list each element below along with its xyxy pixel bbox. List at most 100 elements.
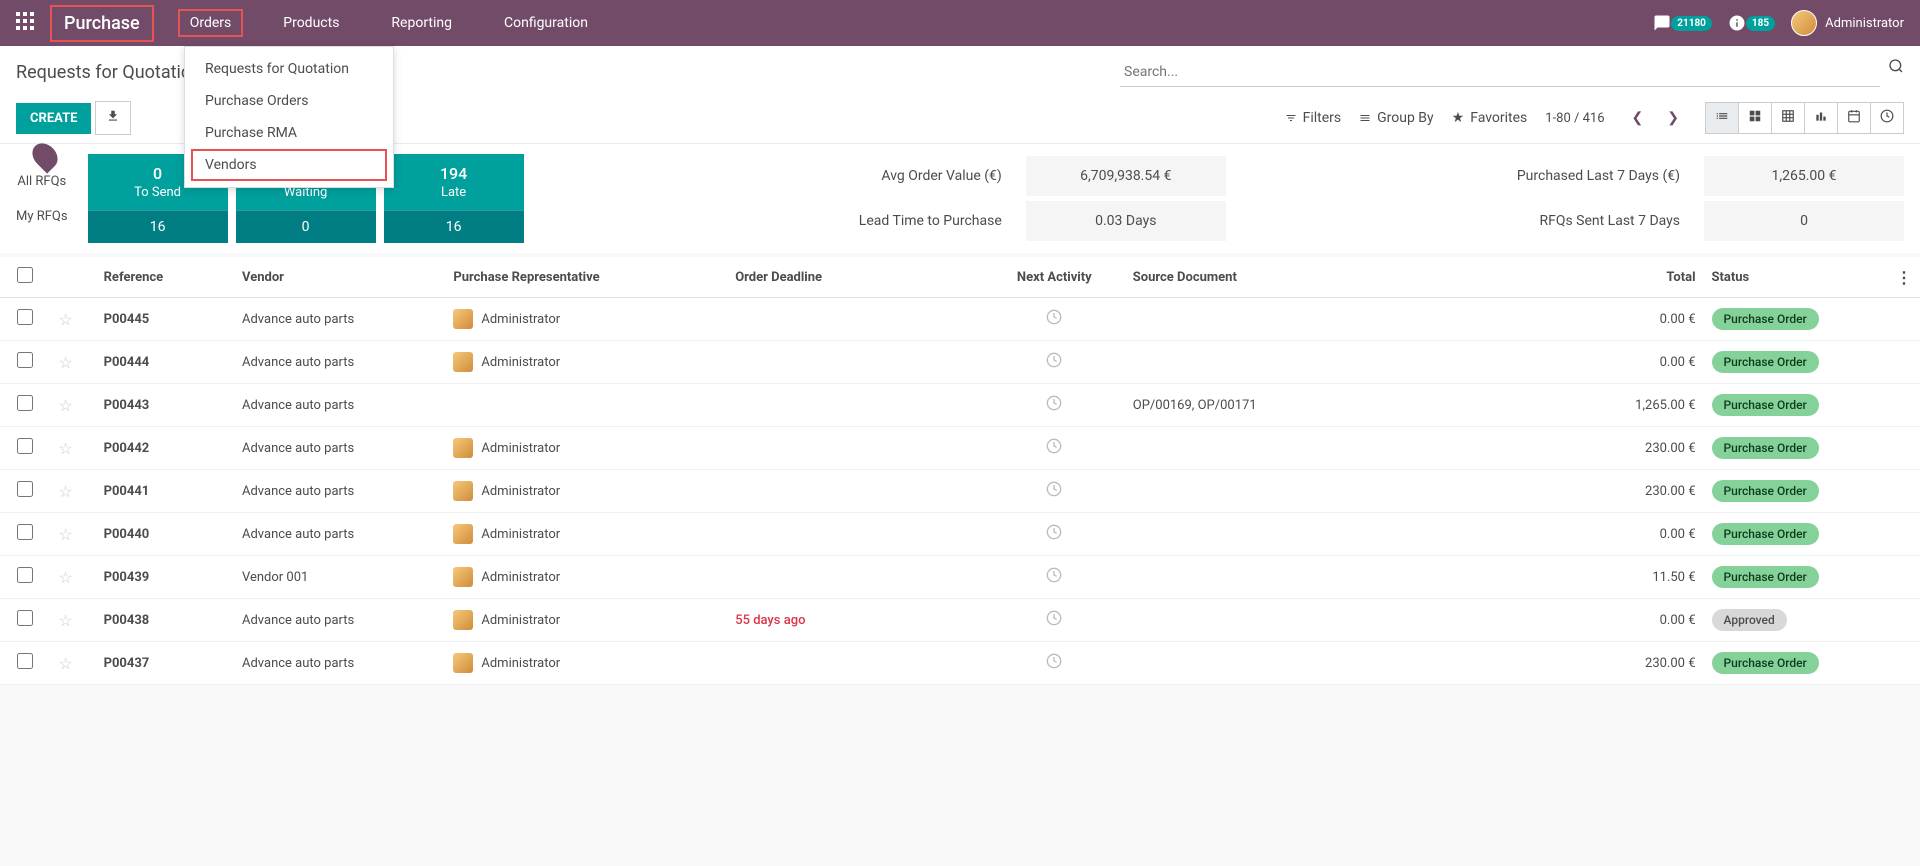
dropdown-item-purchase-orders[interactable]: Purchase Orders bbox=[185, 85, 393, 117]
clock-icon[interactable] bbox=[1046, 654, 1062, 673]
header-reference[interactable]: Reference bbox=[96, 257, 234, 298]
filters-button[interactable]: Filters bbox=[1285, 110, 1342, 126]
app-brand[interactable]: Purchase bbox=[50, 5, 154, 42]
column-options-icon[interactable]: ⋮ bbox=[1896, 268, 1912, 287]
view-calendar[interactable] bbox=[1837, 102, 1871, 134]
rep-avatar bbox=[453, 481, 473, 501]
rep-name: Administrator bbox=[481, 484, 560, 499]
clock-icon[interactable] bbox=[1046, 482, 1062, 501]
view-activity[interactable] bbox=[1870, 102, 1904, 134]
create-button[interactable]: CREATE bbox=[16, 103, 91, 134]
star-icon[interactable]: ☆ bbox=[58, 482, 72, 501]
clock-icon[interactable] bbox=[1046, 439, 1062, 458]
star-icon[interactable]: ☆ bbox=[58, 353, 72, 372]
reference-link[interactable]: P00443 bbox=[104, 398, 150, 413]
star-icon[interactable]: ☆ bbox=[58, 310, 72, 329]
row-checkbox[interactable] bbox=[17, 395, 33, 411]
row-checkbox[interactable] bbox=[17, 653, 33, 669]
header-deadline[interactable]: Order Deadline bbox=[727, 257, 984, 298]
import-button[interactable] bbox=[95, 101, 131, 135]
dropdown-item-purchase-rma[interactable]: Purchase RMA bbox=[185, 117, 393, 149]
avatar bbox=[1791, 10, 1817, 36]
row-checkbox[interactable] bbox=[17, 524, 33, 540]
table-row[interactable]: ☆ P00442 Advance auto parts Administrato… bbox=[0, 427, 1920, 470]
reference-link[interactable]: P00442 bbox=[104, 441, 150, 456]
reference-link[interactable]: P00437 bbox=[104, 656, 150, 671]
user-menu[interactable]: Administrator bbox=[1791, 10, 1904, 36]
clock-icon[interactable] bbox=[1046, 568, 1062, 587]
reference-link[interactable]: P00438 bbox=[104, 613, 150, 628]
header-activity[interactable]: Next Activity bbox=[984, 257, 1125, 298]
apps-icon[interactable] bbox=[16, 12, 34, 35]
filter-my-rfqs[interactable]: My RFQs bbox=[16, 209, 68, 224]
view-graph[interactable] bbox=[1804, 102, 1838, 134]
view-pivot[interactable] bbox=[1771, 102, 1805, 134]
header-total[interactable]: Total bbox=[1598, 257, 1704, 298]
rep-avatar bbox=[453, 610, 473, 630]
table-row[interactable]: ☆ P00439 Vendor 001 Administrator 11.50 … bbox=[0, 556, 1920, 599]
messages-button[interactable]: 21180 bbox=[1653, 14, 1712, 32]
header-source[interactable]: Source Document bbox=[1125, 257, 1598, 298]
star-icon[interactable]: ☆ bbox=[58, 611, 72, 630]
table-row[interactable]: ☆ P00445 Advance auto parts Administrato… bbox=[0, 298, 1920, 341]
rep-avatar bbox=[453, 567, 473, 587]
clock-icon[interactable] bbox=[1046, 310, 1062, 329]
total-cell: 230.00 € bbox=[1598, 642, 1704, 685]
pager-prev[interactable]: ❮ bbox=[1623, 105, 1653, 131]
view-kanban[interactable] bbox=[1738, 102, 1772, 134]
rep-avatar bbox=[453, 309, 473, 329]
star-icon[interactable]: ☆ bbox=[58, 396, 72, 415]
pager-next[interactable]: ❯ bbox=[1658, 105, 1688, 131]
table-row[interactable]: ☆ P00443 Advance auto parts OP/00169, OP… bbox=[0, 384, 1920, 427]
filter-all-rfqs[interactable]: All RFQs bbox=[16, 174, 68, 189]
clock-icon[interactable] bbox=[1046, 525, 1062, 544]
star-icon[interactable]: ☆ bbox=[58, 568, 72, 587]
clock-icon[interactable] bbox=[1046, 611, 1062, 630]
table-row[interactable]: ☆ P00440 Advance auto parts Administrato… bbox=[0, 513, 1920, 556]
clock-icon[interactable] bbox=[1046, 396, 1062, 415]
search-input[interactable] bbox=[1120, 58, 1880, 87]
favorites-button[interactable]: ★ Favorites bbox=[1452, 110, 1528, 126]
groupby-label: Group By bbox=[1377, 110, 1434, 126]
breadcrumb: Requests for Quotation bbox=[16, 62, 201, 83]
rep-avatar bbox=[453, 352, 473, 372]
reference-link[interactable]: P00440 bbox=[104, 527, 150, 542]
row-checkbox[interactable] bbox=[17, 309, 33, 325]
clock-icon[interactable] bbox=[1046, 353, 1062, 372]
row-checkbox[interactable] bbox=[17, 481, 33, 497]
star-icon[interactable]: ☆ bbox=[58, 525, 72, 544]
menu-item-configuration[interactable]: Configuration bbox=[492, 9, 600, 37]
status-badge: Purchase Order bbox=[1712, 394, 1819, 416]
row-checkbox[interactable] bbox=[17, 610, 33, 626]
select-all-checkbox[interactable] bbox=[17, 267, 33, 283]
dropdown-item-vendors[interactable]: Vendors bbox=[191, 149, 387, 181]
row-checkbox[interactable] bbox=[17, 438, 33, 454]
view-list[interactable] bbox=[1705, 102, 1739, 134]
rfq-table: Reference Vendor Purchase Representative… bbox=[0, 257, 1920, 685]
table-row[interactable]: ☆ P00444 Advance auto parts Administrato… bbox=[0, 341, 1920, 384]
search-icon[interactable] bbox=[1888, 58, 1904, 87]
header-vendor[interactable]: Vendor bbox=[234, 257, 445, 298]
drop-icon bbox=[27, 138, 62, 173]
reference-link[interactable]: P00439 bbox=[104, 570, 150, 585]
activities-button[interactable]: 185 bbox=[1728, 14, 1775, 32]
reference-link[interactable]: P00441 bbox=[104, 484, 150, 499]
menu-item-products[interactable]: Products bbox=[271, 9, 351, 37]
menu-item-orders[interactable]: Orders bbox=[178, 9, 244, 37]
menu-item-reporting[interactable]: Reporting bbox=[379, 9, 464, 37]
star-icon[interactable]: ☆ bbox=[58, 654, 72, 673]
header-rep[interactable]: Purchase Representative bbox=[445, 257, 727, 298]
reference-link[interactable]: P00444 bbox=[104, 355, 150, 370]
dropdown-item-requests-for-quotation[interactable]: Requests for Quotation bbox=[185, 53, 393, 85]
stat-late[interactable]: 194Late16 bbox=[384, 154, 524, 243]
row-checkbox[interactable] bbox=[17, 567, 33, 583]
row-checkbox[interactable] bbox=[17, 352, 33, 368]
table-row[interactable]: ☆ P00441 Advance auto parts Administrato… bbox=[0, 470, 1920, 513]
table-row[interactable]: ☆ P00438 Advance auto parts Administrato… bbox=[0, 599, 1920, 642]
table-row[interactable]: ☆ P00437 Advance auto parts Administrato… bbox=[0, 642, 1920, 685]
star-icon[interactable]: ☆ bbox=[58, 439, 72, 458]
reference-link[interactable]: P00445 bbox=[104, 312, 150, 327]
status-badge: Purchase Order bbox=[1712, 308, 1819, 330]
header-status[interactable]: Status bbox=[1704, 257, 1880, 298]
groupby-button[interactable]: Group By bbox=[1359, 110, 1434, 126]
